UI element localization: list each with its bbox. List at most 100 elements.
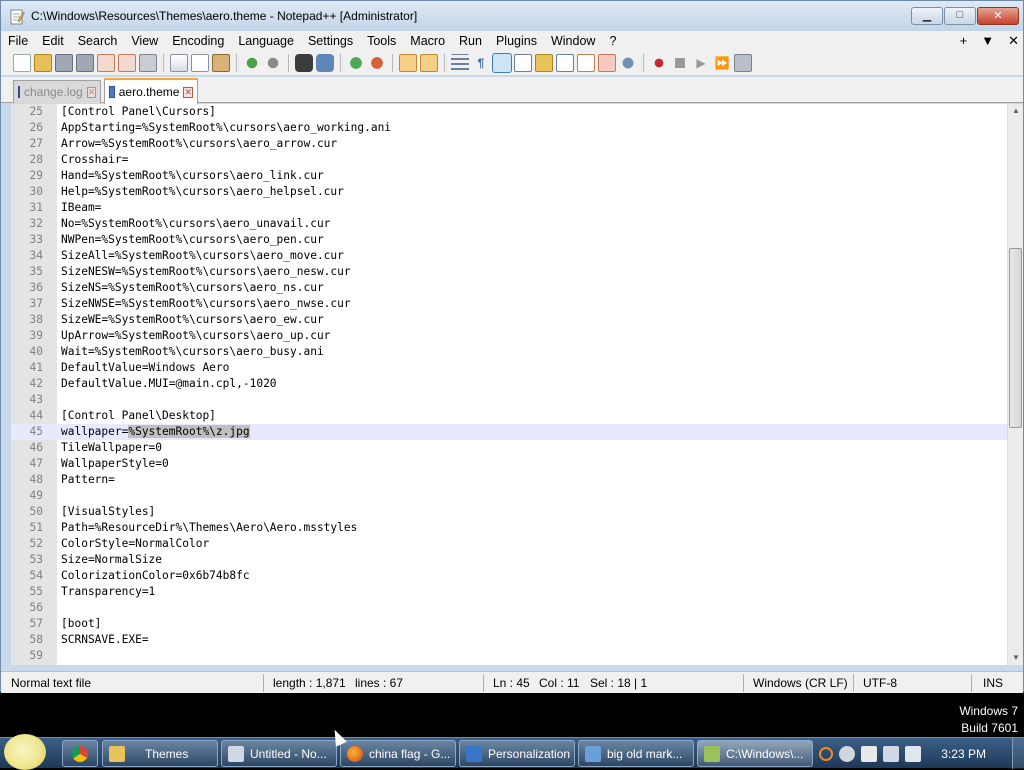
word-wrap-icon[interactable]: [451, 54, 469, 72]
code-line[interactable]: 27 Arrow=%SystemRoot%\cursors\aero_arrow.…: [11, 136, 1007, 152]
monitor-icon[interactable]: [619, 54, 637, 72]
cut-icon[interactable]: [170, 54, 188, 72]
clock[interactable]: 3:23 PM: [941, 747, 986, 761]
code-line[interactable]: 44 [Control Panel\Desktop]: [11, 408, 1007, 424]
menu-view[interactable]: View: [124, 31, 165, 51]
code-line[interactable]: 46 TileWallpaper=0: [11, 440, 1007, 456]
sync-horizontal-icon[interactable]: [420, 54, 438, 72]
code-line[interactable]: 26 AppStarting=%SystemRoot%\cursors\aero_…: [11, 120, 1007, 136]
menu-tools[interactable]: Tools: [360, 31, 403, 51]
code-line[interactable]: 56: [11, 600, 1007, 616]
scroll-up-icon[interactable]: ▲: [1008, 104, 1023, 118]
code-line[interactable]: 53 Size=NormalSize: [11, 552, 1007, 568]
code-line[interactable]: 35 SizeNESW=%SystemRoot%\cursors\aero_nes…: [11, 264, 1007, 280]
indent-guide-icon[interactable]: [492, 53, 512, 73]
code-line[interactable]: 38 SizeWE=%SystemRoot%\cursors\aero_ew.cu…: [11, 312, 1007, 328]
code-line[interactable]: 58 SCRNSAVE.EXE=: [11, 632, 1007, 648]
code-line[interactable]: 43: [11, 392, 1007, 408]
menu-help[interactable]: ?: [602, 31, 623, 51]
tab-close-icon[interactable]: ✕: [183, 86, 193, 98]
start-button[interactable]: [4, 734, 46, 770]
stop-macro-icon[interactable]: [671, 54, 689, 72]
save-all-icon[interactable]: [76, 54, 94, 72]
clipboard-history-icon[interactable]: [598, 54, 616, 72]
close-all-icon[interactable]: [118, 54, 136, 72]
code-line[interactable]: 34 SizeAll=%SystemRoot%\cursors\aero_move…: [11, 248, 1007, 264]
code-line[interactable]: 39 UpArrow=%SystemRoot%\cursors\aero_up.c…: [11, 328, 1007, 344]
run-macro-multiple-icon[interactable]: ⏩: [713, 54, 731, 72]
action-center-icon[interactable]: [861, 745, 878, 762]
tab-change-log[interactable]: change.log ✕: [13, 80, 101, 103]
menu-plugins[interactable]: Plugins: [489, 31, 544, 51]
function-list-icon[interactable]: [556, 54, 574, 72]
save-icon[interactable]: [55, 54, 73, 72]
scroll-thumb[interactable]: [1009, 248, 1022, 428]
taskbar-notepad[interactable]: Untitled - No...: [221, 740, 337, 767]
code-line[interactable]: 54 ColorizationColor=0x6b74b8fc: [11, 568, 1007, 584]
code-line[interactable]: 37 SizeNWSE=%SystemRoot%\cursors\aero_nws…: [11, 296, 1007, 312]
close-icon[interactable]: [97, 54, 115, 72]
code-line[interactable]: 48 Pattern=: [11, 472, 1007, 488]
new-file-icon[interactable]: [13, 54, 31, 72]
menu-edit[interactable]: Edit: [35, 31, 71, 51]
code-line[interactable]: 25 [Control Panel\Cursors]: [11, 104, 1007, 120]
redo-icon[interactable]: [264, 54, 282, 72]
code-line[interactable]: 28 Crosshair=: [11, 152, 1007, 168]
maximize-button[interactable]: □: [944, 7, 976, 25]
code-line[interactable]: 55 Transparency=1: [11, 584, 1007, 600]
code-line[interactable]: 42 DefaultValue.MUI=@main.cpl,-1020: [11, 376, 1007, 392]
editor-area[interactable]: 25 [Control Panel\Cursors] 26 AppStarting=%…: [11, 104, 1023, 665]
code-line[interactable]: 29 Hand=%SystemRoot%\cursors\aero_link.cu…: [11, 168, 1007, 184]
close-button[interactable]: ✕: [977, 7, 1019, 25]
menu-settings[interactable]: Settings: [301, 31, 360, 51]
user-lang-icon[interactable]: [514, 54, 532, 72]
find-icon[interactable]: [295, 54, 313, 72]
menu-file[interactable]: File: [1, 31, 35, 51]
folder-workspace-icon[interactable]: [577, 54, 595, 72]
code-line[interactable]: 32 No=%SystemRoot%\cursors\aero_unavail.c…: [11, 216, 1007, 232]
replace-icon[interactable]: [316, 54, 334, 72]
menu-window[interactable]: Window: [544, 31, 602, 51]
scroll-down-icon[interactable]: ▼: [1008, 651, 1023, 665]
menu-run[interactable]: Run: [452, 31, 489, 51]
undo-icon[interactable]: [243, 54, 261, 72]
show-desktop-button[interactable]: [1012, 738, 1024, 769]
code-line[interactable]: 41 DefaultValue=Windows Aero: [11, 360, 1007, 376]
code-line[interactable]: 52 ColorStyle=NormalColor: [11, 536, 1007, 552]
minimize-button[interactable]: ▁: [911, 7, 943, 25]
code-line[interactable]: 59: [11, 648, 1007, 664]
code-line[interactable]: 31 IBeam=: [11, 200, 1007, 216]
menu-encoding[interactable]: Encoding: [165, 31, 231, 51]
new-tab-button[interactable]: +: [960, 31, 968, 51]
code-line[interactable]: 50 [VisualStyles]: [11, 504, 1007, 520]
tab-close-icon[interactable]: ✕: [86, 86, 97, 98]
code-line[interactable]: 40 Wait=%SystemRoot%\cursors\aero_busy.an…: [11, 344, 1007, 360]
copy-icon[interactable]: [191, 54, 209, 72]
code-line[interactable]: 57 [boot]: [11, 616, 1007, 632]
save-macro-icon[interactable]: [734, 54, 752, 72]
print-icon[interactable]: [139, 54, 157, 72]
show-all-chars-icon[interactable]: ¶: [472, 54, 490, 72]
menu-macro[interactable]: Macro: [403, 31, 452, 51]
sync-vertical-icon[interactable]: [399, 54, 417, 72]
play-macro-icon[interactable]: ▶: [692, 54, 710, 72]
status-icon[interactable]: [839, 745, 856, 762]
code-line[interactable]: 36 SizeNS=%SystemRoot%\cursors\aero_ns.cu…: [11, 280, 1007, 296]
taskbar-personalization[interactable]: Personalization: [459, 740, 575, 767]
network-icon[interactable]: [883, 745, 900, 762]
code-line[interactable]: 33 NWPen=%SystemRoot%\cursors\aero_pen.cu…: [11, 232, 1007, 248]
vertical-scrollbar[interactable]: ▲ ▼: [1007, 104, 1023, 665]
paste-icon[interactable]: [212, 54, 230, 72]
volume-icon[interactable]: [905, 745, 922, 762]
taskbar-themes[interactable]: Themes: [102, 740, 218, 767]
title-bar[interactable]: C:\Windows\Resources\Themes\aero.theme -…: [1, 1, 1023, 31]
record-macro-icon[interactable]: [650, 54, 668, 72]
tab-list-button[interactable]: ▼: [981, 31, 994, 51]
code-line[interactable]: 45 wallpaper=%SystemRoot%\z.jpg: [11, 424, 1007, 440]
zoom-out-icon[interactable]: [368, 54, 386, 72]
taskbar-window[interactable]: big old mark...: [578, 740, 694, 767]
zoom-in-icon[interactable]: [347, 54, 365, 72]
code-line[interactable]: 47 WallpaperStyle=0: [11, 456, 1007, 472]
taskbar-notepadpp[interactable]: C:\Windows\...: [697, 740, 813, 767]
open-file-icon[interactable]: [34, 54, 52, 72]
